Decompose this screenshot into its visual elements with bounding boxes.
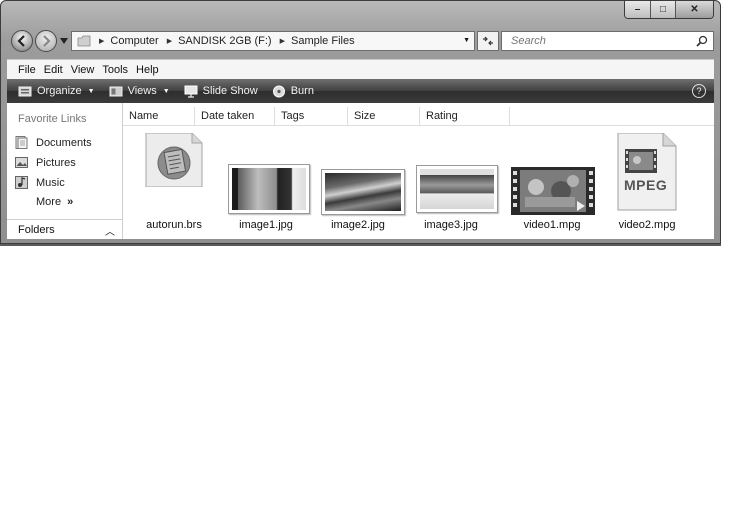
nav-link-documents[interactable]: Documents	[15, 136, 92, 149]
organize-button[interactable]: Organize ▼	[18, 85, 95, 98]
slideshow-label: Slide Show	[202, 85, 258, 97]
chevron-up-icon[interactable]: ︿	[105, 223, 115, 238]
script-file-icon	[145, 133, 203, 187]
breadcrumb-separator-icon[interactable]: ▶	[99, 37, 104, 45]
image-thumbnail	[228, 164, 310, 214]
address-dropdown-icon[interactable]: ▼	[463, 37, 470, 44]
breadcrumb-separator-icon[interactable]: ▶	[167, 37, 172, 45]
menu-file[interactable]: File	[18, 64, 36, 76]
breadcrumb-computer[interactable]: Computer	[110, 35, 158, 47]
organize-label: Organize	[37, 85, 82, 97]
menu-tools[interactable]: Tools	[102, 64, 128, 76]
image-thumbnail	[321, 169, 405, 215]
file-name: video2.mpg	[618, 219, 676, 231]
folder-icon	[77, 35, 91, 47]
chevron-down-icon: ▼	[87, 87, 95, 95]
file-item[interactable]: image3.jpg	[406, 131, 498, 231]
window-bottom-edge	[0, 244, 721, 246]
maximize-button[interactable]: □	[650, 1, 675, 18]
mpeg-document-icon	[617, 133, 677, 211]
file-name: image1.jpg	[239, 219, 293, 231]
slideshow-icon	[184, 85, 198, 98]
column-header-row: Name Date taken Tags Size Rating	[123, 107, 714, 126]
views-label: Views	[127, 85, 157, 97]
favorite-links-heading: Favorite Links	[18, 113, 87, 125]
refresh-button[interactable]	[477, 31, 499, 51]
nav-link-label: Pictures	[36, 156, 76, 169]
breadcrumb-drive[interactable]: SANDISK 2GB (F:)	[178, 35, 272, 47]
file-item[interactable]: autorun.brs	[129, 131, 219, 231]
column-header-rating[interactable]: Rating	[420, 107, 510, 125]
help-icon[interactable]: ?	[692, 84, 706, 98]
burn-button[interactable]: Burn	[272, 85, 314, 98]
documents-icon	[15, 136, 28, 149]
pictures-icon	[15, 157, 28, 168]
file-item[interactable]: MPEG video2.mpg	[602, 131, 692, 231]
music-icon	[15, 176, 28, 189]
menu-edit[interactable]: Edit	[44, 64, 63, 76]
column-header-name[interactable]: Name	[123, 107, 195, 125]
address-bar[interactable]: ▶ Computer ▶ SANDISK 2GB (F:) ▶ Sample F…	[71, 31, 475, 51]
chevron-down-icon: ▼	[162, 87, 170, 95]
arrow-left-icon	[17, 35, 25, 47]
nav-link-label: Music	[36, 176, 65, 189]
minimize-button[interactable]: –	[625, 1, 650, 18]
nav-link-label: Documents	[36, 136, 92, 149]
file-item[interactable]: video1.mpg	[507, 131, 597, 231]
views-icon	[109, 86, 123, 96]
disc-icon	[272, 85, 285, 97]
breadcrumb-separator-icon[interactable]: ▶	[280, 37, 285, 45]
menu-help[interactable]: Help	[136, 64, 159, 76]
column-header-date-taken[interactable]: Date taken	[195, 107, 275, 125]
mpeg-file-icon: MPEG	[617, 133, 677, 211]
video-thumbnail	[511, 167, 595, 215]
breadcrumb-sample-files[interactable]: Sample Files	[291, 35, 355, 47]
file-name: video1.mpg	[523, 219, 581, 231]
double-chevron-right-icon: »	[67, 196, 74, 208]
recent-pages-dropdown-icon[interactable]	[60, 37, 68, 45]
column-header-size[interactable]: Size	[348, 107, 420, 125]
more-label: More	[36, 196, 62, 208]
organize-icon	[18, 86, 32, 96]
search-input[interactable]	[509, 34, 693, 48]
file-item[interactable]: image1.jpg	[221, 131, 311, 231]
slideshow-button[interactable]: Slide Show	[184, 85, 258, 98]
arrow-right-icon	[43, 35, 51, 47]
column-header-tags[interactable]: Tags	[275, 107, 348, 125]
burn-label: Burn	[290, 85, 314, 97]
explorer-window: – □ ✕ ▶ Computer ▶ SANDISK 2GB (F:) ▶ Sa…	[0, 0, 721, 244]
file-list-pane: Name Date taken Tags Size Rating autorun…	[123, 103, 714, 239]
search-icon[interactable]	[696, 35, 708, 47]
search-box[interactable]	[501, 31, 714, 51]
image-thumbnail	[416, 165, 498, 213]
navigation-row: ▶ Computer ▶ SANDISK 2GB (F:) ▶ Sample F…	[7, 29, 714, 53]
file-name: autorun.brs	[146, 219, 202, 231]
file-name: image2.jpg	[331, 219, 385, 231]
nav-more-link[interactable]: More »	[36, 196, 73, 208]
folders-label: Folders	[18, 224, 55, 236]
back-button[interactable]	[11, 30, 33, 52]
file-item[interactable]: image2.jpg	[313, 131, 405, 231]
menu-bar: File Edit View Tools Help	[7, 59, 714, 80]
command-bar: Organize ▼ Views ▼ Slide Show Burn ?	[7, 79, 714, 103]
menu-view[interactable]: View	[71, 64, 95, 76]
folders-bar[interactable]: Folders ︿	[7, 219, 122, 240]
nav-link-pictures[interactable]: Pictures	[15, 156, 76, 169]
close-button[interactable]: ✕	[675, 1, 713, 18]
forward-button[interactable]	[35, 30, 57, 52]
navigation-pane: Favorite Links Documents Pictures Music …	[7, 103, 123, 239]
views-button[interactable]: Views ▼	[109, 85, 170, 98]
file-name: image3.jpg	[424, 219, 478, 231]
nav-link-music[interactable]: Music	[15, 176, 65, 189]
mpeg-badge: MPEG	[624, 177, 668, 193]
refresh-icon	[483, 36, 493, 46]
caption-buttons: – □ ✕	[624, 1, 714, 19]
